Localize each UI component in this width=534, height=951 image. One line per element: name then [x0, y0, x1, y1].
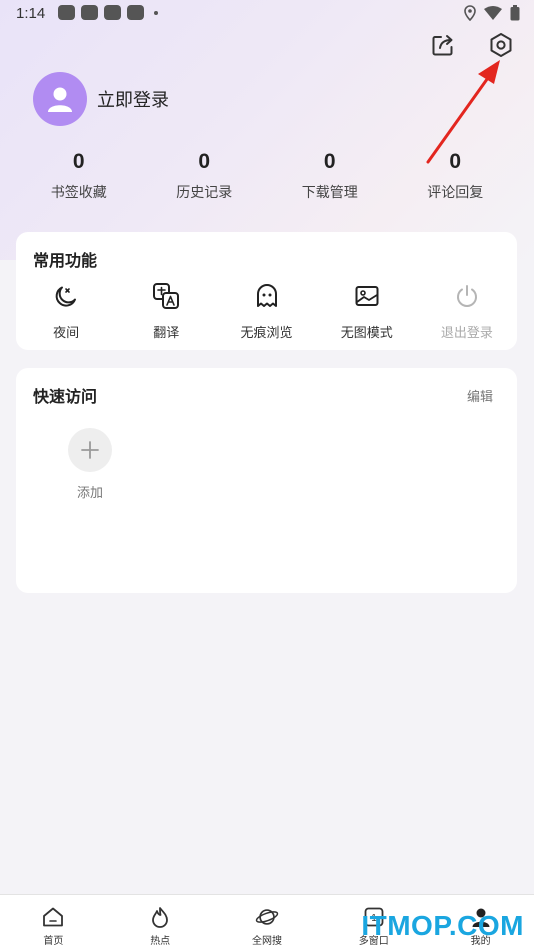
app-notification-icon — [127, 5, 144, 20]
login-label[interactable]: 立即登录 — [97, 86, 169, 112]
location-icon — [464, 5, 476, 21]
moon-icon — [55, 286, 77, 307]
card-title: 快速访问 — [33, 387, 98, 406]
nav-search[interactable]: 全网搜 — [214, 895, 321, 951]
ghost-icon — [256, 284, 277, 307]
feature-label: 夜间 — [53, 326, 80, 341]
stat-value: 0 — [198, 150, 211, 173]
person-icon — [48, 87, 72, 112]
feature-label: 翻译 — [153, 326, 180, 341]
stat-bookmarks[interactable]: 0 书签收藏 — [16, 150, 142, 202]
nav-hot[interactable]: 热点 — [107, 895, 214, 951]
feature-label: 无图模式 — [340, 326, 393, 341]
notification-icons — [58, 5, 158, 20]
common-functions-card: 常用功能 夜间 翻译 无痕浏览 无图模式 退出登录 — [16, 232, 517, 350]
watermark: ITMOP.COM — [361, 910, 524, 941]
stats-row: 0 书签收藏 0 历史记录 0 下载管理 0 评论回复 — [16, 150, 518, 202]
card-title: 常用功能 — [33, 251, 98, 270]
image-icon — [355, 286, 379, 306]
status-time: 1:14 — [16, 5, 46, 22]
nav-label: 全网搜 — [251, 936, 282, 947]
stat-value: 0 — [72, 150, 85, 173]
stat-downloads[interactable]: 0 下载管理 — [267, 150, 393, 202]
wifi-icon — [484, 6, 502, 20]
logout-button[interactable]: 退出登录 — [417, 282, 517, 341]
translate-button[interactable]: 翻译 — [116, 282, 216, 341]
stat-comments[interactable]: 0 评论回复 — [393, 150, 519, 202]
quick-access-card: 快速访问 编辑 添加 — [16, 368, 517, 593]
no-image-mode-button[interactable]: 无图模式 — [317, 282, 417, 341]
plus-icon — [68, 428, 112, 472]
home-icon — [43, 907, 64, 927]
app-notification-icon — [58, 5, 75, 20]
edit-button[interactable]: 编辑 — [467, 386, 493, 405]
add-label: 添加 — [76, 486, 103, 501]
share-button[interactable] — [428, 30, 458, 60]
battery-icon — [510, 5, 520, 21]
more-notifications-dot — [154, 11, 158, 15]
feature-row: 夜间 翻译 无痕浏览 无图模式 退出登录 — [16, 282, 517, 341]
night-mode-button[interactable]: 夜间 — [16, 282, 116, 341]
nav-home[interactable]: 首页 — [0, 895, 107, 951]
nav-label: 首页 — [43, 936, 64, 947]
stat-value: 0 — [323, 150, 336, 173]
translate-icon — [153, 283, 180, 309]
nav-label: 热点 — [150, 936, 171, 947]
stat-label: 下载管理 — [301, 185, 358, 201]
app-notification-icon — [104, 5, 121, 20]
planet-icon — [255, 909, 279, 925]
settings-icon — [490, 33, 512, 57]
feature-label: 无痕浏览 — [240, 326, 293, 341]
avatar[interactable] — [33, 72, 87, 126]
stat-label: 历史记录 — [176, 185, 233, 201]
power-icon — [456, 285, 477, 307]
add-shortcut-button[interactable]: 添加 — [68, 428, 112, 501]
fire-icon — [152, 907, 169, 928]
stat-value: 0 — [449, 150, 462, 173]
stat-history[interactable]: 0 历史记录 — [142, 150, 268, 202]
status-bar: 1:14 — [0, 0, 534, 28]
login-entry[interactable]: 立即登录 — [33, 72, 169, 126]
incognito-button[interactable]: 无痕浏览 — [216, 282, 316, 341]
settings-button[interactable] — [486, 30, 516, 60]
feature-label: 退出登录 — [440, 326, 493, 341]
share-icon — [432, 35, 453, 56]
stat-label: 评论回复 — [427, 185, 484, 201]
top-actions — [428, 30, 516, 60]
app-notification-icon — [81, 5, 98, 20]
stat-label: 书签收藏 — [50, 185, 107, 201]
system-icons — [464, 5, 520, 21]
